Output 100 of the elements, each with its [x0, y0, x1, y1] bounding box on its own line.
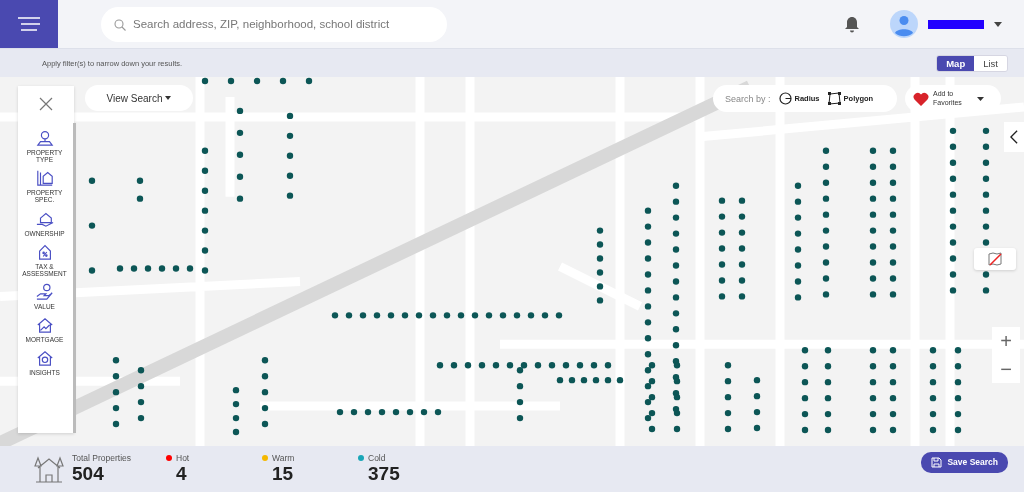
property-marker[interactable] — [753, 392, 761, 400]
property-marker[interactable] — [869, 410, 877, 418]
property-marker[interactable] — [644, 223, 652, 230]
property-marker[interactable] — [673, 378, 681, 385]
property-marker[interactable] — [738, 197, 746, 204]
property-marker[interactable] — [929, 363, 937, 370]
property-marker[interactable] — [130, 265, 138, 272]
property-marker[interactable] — [236, 195, 244, 202]
property-marker[interactable] — [406, 408, 414, 416]
property-marker[interactable] — [929, 347, 937, 354]
property-marker[interactable] — [954, 394, 962, 402]
property-marker[interactable] — [305, 77, 313, 85]
property-marker[interactable] — [286, 132, 294, 140]
property-marker[interactable] — [724, 393, 732, 401]
property-marker[interactable] — [116, 265, 124, 272]
property-marker[interactable] — [331, 312, 339, 319]
property-marker[interactable] — [644, 303, 652, 310]
property-marker[interactable] — [801, 426, 809, 434]
property-marker[interactable] — [724, 378, 732, 385]
property-marker[interactable] — [738, 229, 746, 236]
property-marker[interactable] — [616, 377, 624, 384]
property-marker[interactable] — [982, 175, 990, 182]
property-marker[interactable] — [738, 245, 746, 252]
property-marker[interactable] — [232, 428, 240, 436]
property-marker[interactable] — [794, 198, 802, 205]
property-marker[interactable] — [516, 398, 524, 406]
property-marker[interactable] — [644, 271, 652, 278]
property-marker[interactable] — [822, 243, 830, 250]
property-marker[interactable] — [592, 377, 600, 384]
property-marker[interactable] — [457, 312, 465, 319]
property-marker[interactable] — [648, 393, 656, 401]
property-marker[interactable] — [644, 351, 652, 358]
property-marker[interactable] — [718, 197, 726, 204]
property-marker[interactable] — [378, 408, 386, 416]
property-marker[interactable] — [982, 143, 990, 150]
property-marker[interactable] — [443, 312, 451, 319]
property-marker[interactable] — [596, 269, 604, 276]
property-marker[interactable] — [982, 191, 990, 198]
view-tab[interactable]: List — [974, 55, 1007, 71]
property-marker[interactable] — [869, 426, 877, 434]
property-marker[interactable] — [648, 378, 656, 385]
property-marker[interactable] — [158, 265, 166, 272]
property-marker[interactable] — [718, 261, 726, 268]
property-marker[interactable] — [869, 291, 877, 298]
property-marker[interactable] — [644, 414, 652, 422]
property-marker[interactable] — [949, 223, 957, 230]
property-marker[interactable] — [982, 207, 990, 214]
property-marker[interactable] — [822, 179, 830, 186]
property-marker[interactable] — [112, 404, 120, 412]
property-marker[interactable] — [648, 362, 656, 369]
property-marker[interactable] — [88, 177, 96, 184]
property-marker[interactable] — [499, 312, 507, 319]
property-marker[interactable] — [527, 312, 535, 319]
property-marker[interactable] — [201, 247, 209, 254]
property-marker[interactable] — [350, 408, 358, 416]
property-marker[interactable] — [672, 230, 680, 237]
property-marker[interactable] — [644, 287, 652, 294]
layer-toggle-button[interactable] — [974, 248, 1016, 270]
property-marker[interactable] — [520, 362, 528, 369]
property-marker[interactable] — [286, 172, 294, 179]
property-marker[interactable] — [869, 227, 877, 234]
property-marker[interactable] — [794, 262, 802, 269]
property-marker[interactable] — [279, 77, 287, 85]
property-marker[interactable] — [172, 265, 180, 272]
property-marker[interactable] — [336, 408, 344, 416]
property-marker[interactable] — [580, 377, 588, 384]
property-marker[interactable] — [949, 287, 957, 294]
property-marker[interactable] — [261, 420, 269, 428]
property-marker[interactable] — [801, 394, 809, 402]
property-marker[interactable] — [718, 245, 726, 252]
property-marker[interactable] — [236, 173, 244, 180]
property-marker[interactable] — [794, 182, 802, 189]
property-marker[interactable] — [590, 362, 598, 369]
property-marker[interactable] — [954, 410, 962, 418]
property-marker[interactable] — [672, 342, 680, 349]
property-marker[interactable] — [889, 163, 897, 170]
property-marker[interactable] — [982, 223, 990, 230]
property-marker[interactable] — [738, 277, 746, 284]
property-marker[interactable] — [889, 211, 897, 218]
property-marker[interactable] — [648, 425, 656, 433]
property-marker[interactable] — [949, 143, 957, 150]
property-marker[interactable] — [429, 312, 437, 319]
property-marker[interactable] — [954, 363, 962, 370]
property-marker[interactable] — [982, 127, 990, 135]
property-marker[interactable] — [824, 379, 832, 386]
property-marker[interactable] — [506, 362, 514, 369]
property-marker[interactable] — [112, 357, 120, 364]
property-marker[interactable] — [227, 77, 235, 85]
property-marker[interactable] — [982, 159, 990, 166]
property-marker[interactable] — [516, 414, 524, 422]
property-marker[interactable] — [949, 159, 957, 166]
property-marker[interactable] — [112, 420, 120, 428]
caret-icon[interactable] — [977, 96, 984, 101]
property-marker[interactable] — [718, 277, 726, 284]
property-marker[interactable] — [889, 426, 897, 434]
property-marker[interactable] — [889, 227, 897, 234]
property-marker[interactable] — [724, 409, 732, 417]
caret-icon[interactable] — [994, 21, 1002, 27]
property-marker[interactable] — [513, 312, 521, 319]
property-marker[interactable] — [604, 377, 612, 384]
